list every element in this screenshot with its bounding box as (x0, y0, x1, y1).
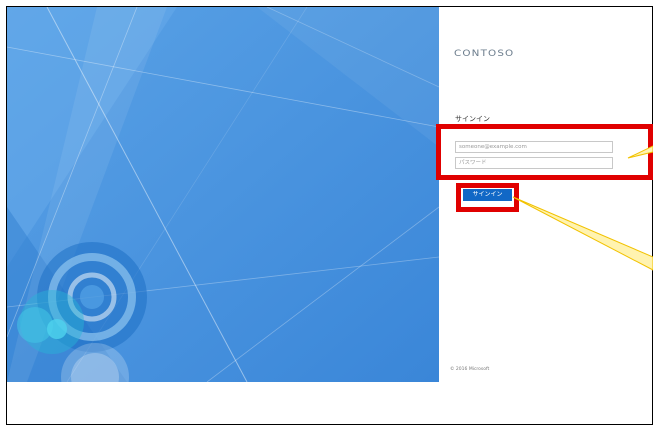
signin-button[interactable]: サインイン (463, 189, 512, 201)
brand-logo: CONTOSO (454, 49, 515, 59)
signin-heading: サインイン (455, 115, 490, 123)
password-input[interactable] (455, 157, 613, 169)
email-input[interactable] (455, 141, 613, 153)
hero-background-image (7, 7, 439, 382)
copyright-text: © 2016 Microsoft (450, 367, 490, 372)
